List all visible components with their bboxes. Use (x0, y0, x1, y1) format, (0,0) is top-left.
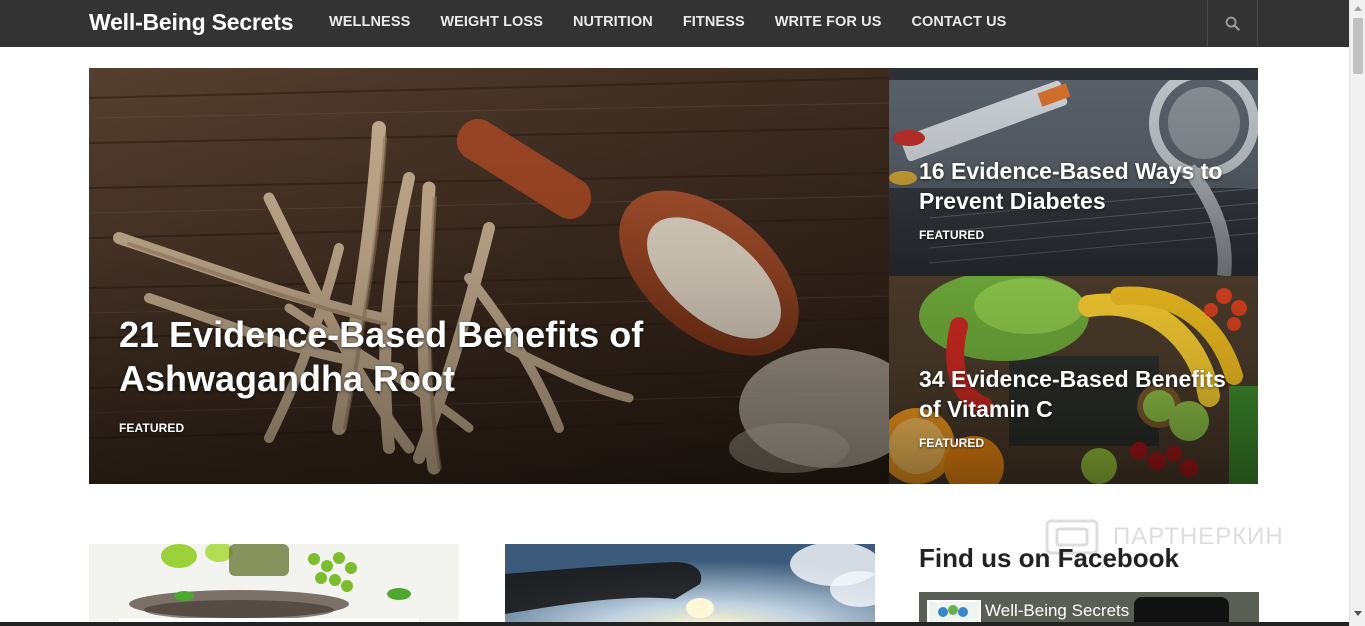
featured-category-label[interactable]: FEATURED (919, 228, 984, 242)
facebook-page-widget[interactable]: Well-Being Secrets (919, 592, 1259, 626)
page-scrollbar[interactable] (1349, 0, 1365, 626)
featured-post-diabetes[interactable]: 16 Evidence-Based Ways to Prevent Diabet… (889, 68, 1258, 276)
main-menu: WELLNESS WEIGHT LOSS NUTRITION FITNESS W… (314, 0, 1021, 47)
window-bottom-edge (0, 622, 1349, 626)
arrow-up-icon (1354, 6, 1362, 11)
scroll-down-arrow[interactable] (1350, 606, 1365, 622)
featured-post-title[interactable]: 16 Evidence-Based Ways to Prevent Diabet… (919, 156, 1239, 216)
featured-category-label[interactable]: FEATURED (919, 436, 984, 450)
watermark-text: ПАРТНЕРКИН (1113, 523, 1284, 550)
chia-seeds-image (89, 544, 459, 626)
watermark-logo-icon (1045, 519, 1099, 555)
top-navigation-bar: Well-Being Secrets WELLNESS WEIGHT LOSS … (0, 0, 1349, 47)
hand-and-sun-image (505, 544, 875, 626)
facebook-page-name-link[interactable]: Well-Being Secrets (985, 601, 1129, 621)
post-thumbnail-sun[interactable] (505, 544, 875, 626)
featured-posts-grid: 21 Evidence-Based Benefits of Ashwagandh… (89, 68, 1258, 484)
scrollbar-thumb[interactable] (1353, 18, 1363, 74)
site-logo[interactable]: Well-Being Secrets (89, 9, 294, 36)
nav-item-write-for-us[interactable]: WRITE FOR US (760, 0, 897, 47)
featured-post-main[interactable]: 21 Evidence-Based Benefits of Ashwagandh… (89, 68, 889, 484)
scroll-up-arrow[interactable] (1350, 0, 1365, 16)
nav-item-weight-loss[interactable]: WEIGHT LOSS (425, 0, 558, 47)
featured-category-label[interactable]: FEATURED (119, 421, 184, 435)
search-button[interactable] (1207, 0, 1258, 47)
featured-post-title[interactable]: 34 Evidence-Based Benefits of Vitamin C (919, 364, 1239, 424)
post-thumbnail-chia[interactable] (89, 544, 459, 626)
nav-item-fitness[interactable]: FITNESS (668, 0, 760, 47)
featured-post-title[interactable]: 21 Evidence-Based Benefits of Ashwagandh… (119, 313, 879, 401)
featured-post-vitamin-c[interactable]: 34 Evidence-Based Benefits of Vitamin C … (889, 276, 1258, 484)
nav-item-contact-us[interactable]: CONTACT US (896, 0, 1021, 47)
nav-item-nutrition[interactable]: NUTRITION (558, 0, 668, 47)
nav-item-wellness[interactable]: WELLNESS (314, 0, 425, 47)
search-icon (1225, 16, 1240, 31)
watermark: ПАРТНЕРКИН (1045, 517, 1284, 557)
arrow-down-icon (1354, 611, 1362, 616)
